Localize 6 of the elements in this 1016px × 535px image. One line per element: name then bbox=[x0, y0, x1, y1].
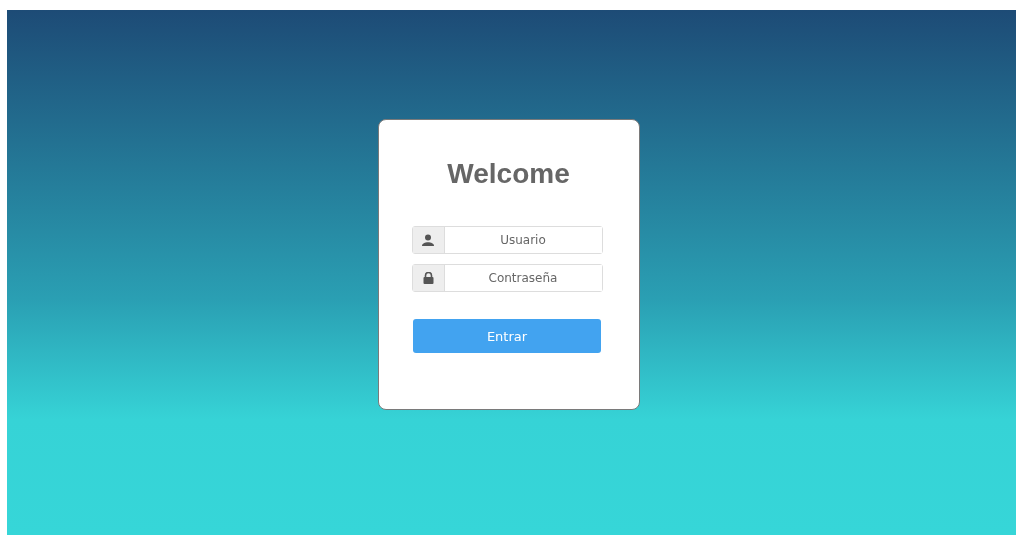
input-field[interactable]: Usuario bbox=[411, 226, 603, 254]
lock-icon bbox=[422, 272, 434, 284]
submit-button[interactable]: Entrar bbox=[413, 319, 601, 353]
user-icon bbox=[422, 234, 434, 246]
input-field[interactable]: Contraseña bbox=[411, 264, 603, 292]
welcome-title: Welcome bbox=[447, 158, 570, 190]
